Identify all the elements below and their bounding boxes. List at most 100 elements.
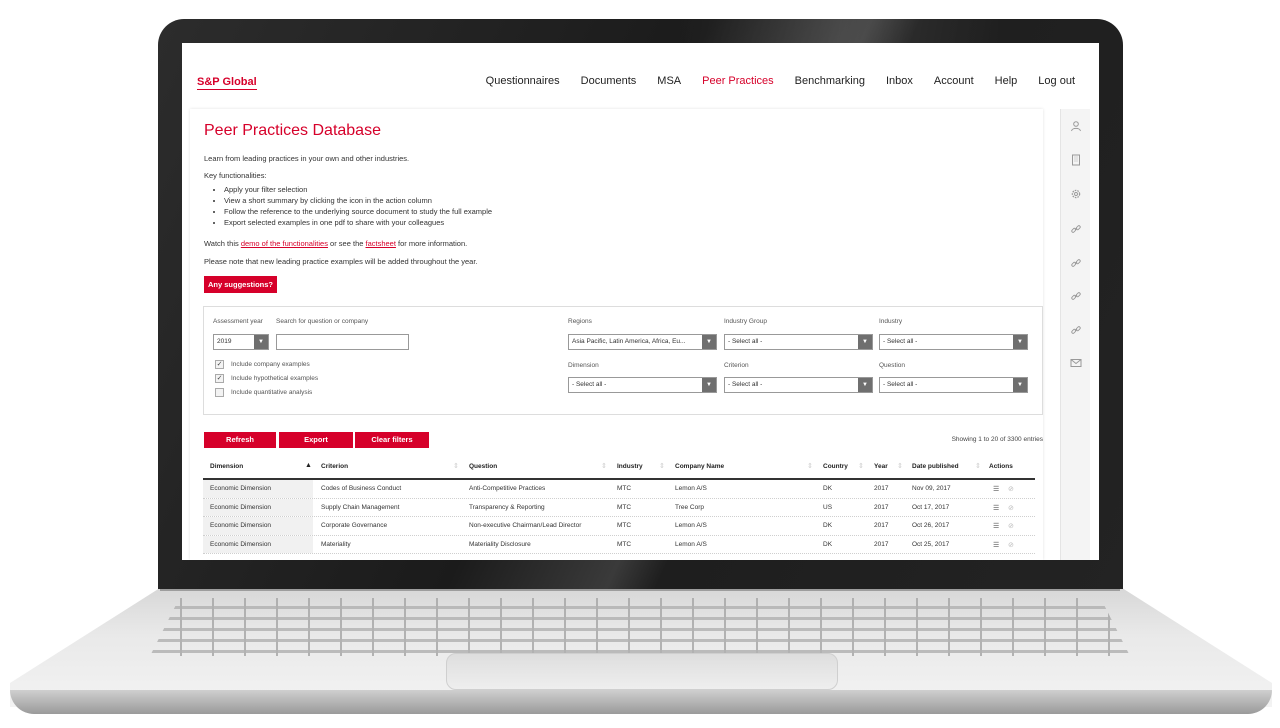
dimension-select[interactable]: - Select all - ▼	[568, 377, 717, 393]
chevron-down-icon: ▼	[858, 378, 872, 392]
industry-group-select[interactable]: - Select all - ▼	[724, 334, 873, 350]
source-link-icon[interactable]: ⊘	[1008, 522, 1014, 530]
building-icon[interactable]	[1069, 154, 1083, 168]
chevron-down-icon: ▼	[1013, 378, 1027, 392]
nav-documents[interactable]: Documents	[581, 75, 637, 87]
main-nav: Questionnaires Documents MSA Peer Practi…	[486, 75, 1075, 87]
mail-icon[interactable]	[1069, 357, 1083, 371]
col-country[interactable]: Country	[823, 463, 848, 470]
export-button[interactable]: Export	[279, 432, 353, 448]
sort-icon[interactable]: ⇕	[453, 462, 459, 470]
summary-icon[interactable]: ☰	[993, 504, 999, 512]
nav-peer-practices[interactable]: Peer Practices	[702, 75, 774, 87]
nav-log-out[interactable]: Log out	[1038, 75, 1075, 87]
gear-icon[interactable]	[1069, 188, 1083, 202]
sort-icon[interactable]: ⇕	[807, 462, 813, 470]
sort-icon[interactable]: ⇕	[601, 462, 607, 470]
summary-icon[interactable]: ☰	[993, 541, 999, 549]
industry-select[interactable]: - Select all - ▼	[879, 334, 1028, 350]
regions-select[interactable]: Asia Pacific, Latin America, Africa, Eu.…	[568, 334, 717, 350]
checkbox-empty-icon	[215, 388, 224, 397]
logo[interactable]: S&P Global	[197, 76, 257, 90]
checkbox-checked-icon: ✓	[215, 374, 224, 383]
chevron-down-icon: ▼	[702, 378, 716, 392]
filter-panel: Assessment year Search for question or c…	[203, 306, 1043, 415]
chevron-down-icon: ▼	[254, 335, 268, 349]
laptop-lid: S&P Global Questionnaires Documents MSA …	[158, 19, 1123, 589]
link-icon[interactable]	[1069, 324, 1083, 338]
trackpad	[446, 653, 838, 690]
summary-icon[interactable]: ☰	[993, 522, 999, 530]
suggestions-button[interactable]: Any suggestions?	[204, 276, 278, 293]
list-item: View a short summary by clicking the ico…	[224, 195, 492, 206]
source-link-icon[interactable]: ⊘	[1008, 504, 1014, 512]
side-rail	[1060, 109, 1090, 560]
nav-help[interactable]: Help	[995, 75, 1018, 87]
laptop-base-edge	[10, 690, 1272, 714]
source-link-icon[interactable]: ⊘	[1008, 541, 1014, 549]
list-item: Apply your filter selection	[224, 184, 492, 195]
col-industry[interactable]: Industry	[617, 463, 643, 470]
nav-benchmarking[interactable]: Benchmarking	[795, 75, 865, 87]
col-company-name[interactable]: Company Name	[675, 463, 724, 470]
link-icon[interactable]	[1069, 257, 1083, 271]
criterion-select[interactable]: - Select all - ▼	[724, 377, 873, 393]
col-date-published[interactable]: Date published	[912, 463, 959, 470]
sort-icon[interactable]: ⇕	[858, 462, 864, 470]
watch-text: Watch this demo of the functionalities o…	[204, 239, 468, 248]
col-year[interactable]: Year	[874, 463, 888, 470]
link-icon[interactable]	[1069, 223, 1083, 237]
sort-icon[interactable]: ⇕	[659, 462, 665, 470]
checkbox-checked-icon: ✓	[215, 360, 224, 369]
page-title: Peer Practices Database	[204, 122, 381, 139]
quantitative-analysis-checkbox[interactable]: Include quantitative analysis	[215, 388, 312, 397]
summary-icon[interactable]: ☰	[993, 485, 999, 493]
nav-questionnaires[interactable]: Questionnaires	[486, 75, 560, 87]
sort-icon[interactable]: ⇕	[975, 462, 981, 470]
table-row[interactable]: Economic Dimension Materiality Materiali…	[203, 535, 1035, 554]
clear-filters-button[interactable]: Clear filters	[355, 432, 429, 448]
user-icon[interactable]	[1069, 120, 1083, 134]
question-select[interactable]: - Select all - ▼	[879, 377, 1028, 393]
top-bar: S&P Global Questionnaires Documents MSA …	[182, 43, 1099, 109]
dimension-label: Dimension	[568, 362, 599, 369]
regions-label: Regions	[568, 318, 592, 325]
col-actions: Actions	[989, 463, 1013, 470]
hypothetical-examples-checkbox[interactable]: ✓ Include hypothetical examples	[215, 374, 318, 383]
nav-msa[interactable]: MSA	[657, 75, 681, 87]
source-link-icon[interactable]: ⊘	[1008, 485, 1014, 493]
assessment-year-select[interactable]: 2019 ▼	[213, 334, 269, 350]
entries-count: Showing 1 to 20 of 3300 entries	[951, 436, 1043, 443]
search-label: Search for question or company	[276, 318, 369, 325]
sort-icon[interactable]: ⇕	[897, 462, 903, 470]
factsheet-link[interactable]: factsheet	[366, 239, 396, 248]
laptop-mockup: S&P Global Questionnaires Documents MSA …	[0, 0, 1280, 728]
col-question[interactable]: Question	[469, 463, 497, 470]
company-examples-checkbox[interactable]: ✓ Include company examples	[215, 360, 310, 369]
nav-account[interactable]: Account	[934, 75, 974, 87]
table-row[interactable]: Economic Dimension Corporate Governance …	[203, 517, 1035, 536]
col-criterion[interactable]: Criterion	[321, 463, 348, 470]
search-input[interactable]	[276, 334, 409, 350]
chevron-down-icon: ▼	[858, 335, 872, 349]
table-row[interactable]: Economic Dimension Codes of Business Con…	[203, 480, 1035, 499]
assessment-year-label: Assessment year	[213, 318, 263, 325]
demo-link[interactable]: demo of the functionalities	[241, 239, 328, 248]
key-functionalities-label: Key functionalities:	[204, 171, 267, 180]
note-text: Please note that new leading practice ex…	[204, 257, 478, 266]
list-item: Follow the reference to the underlying s…	[224, 206, 492, 217]
criterion-label: Criterion	[724, 362, 749, 369]
nav-inbox[interactable]: Inbox	[886, 75, 913, 87]
chevron-down-icon: ▼	[1013, 335, 1027, 349]
sort-asc-icon[interactable]: ▲	[305, 462, 312, 469]
refresh-button[interactable]: Refresh	[204, 432, 276, 448]
table-row[interactable]: Economic Dimension Supply Chain Manageme…	[203, 498, 1035, 517]
link-icon[interactable]	[1069, 290, 1083, 304]
col-dimension[interactable]: Dimension	[210, 463, 243, 470]
intro-text: Learn from leading practices in your own…	[204, 154, 410, 163]
industry-label: Industry	[879, 318, 903, 325]
screen: S&P Global Questionnaires Documents MSA …	[182, 43, 1099, 560]
chevron-down-icon: ▼	[702, 335, 716, 349]
question-label: Question	[879, 362, 906, 369]
list-item: Export selected examples in one pdf to s…	[224, 217, 492, 228]
